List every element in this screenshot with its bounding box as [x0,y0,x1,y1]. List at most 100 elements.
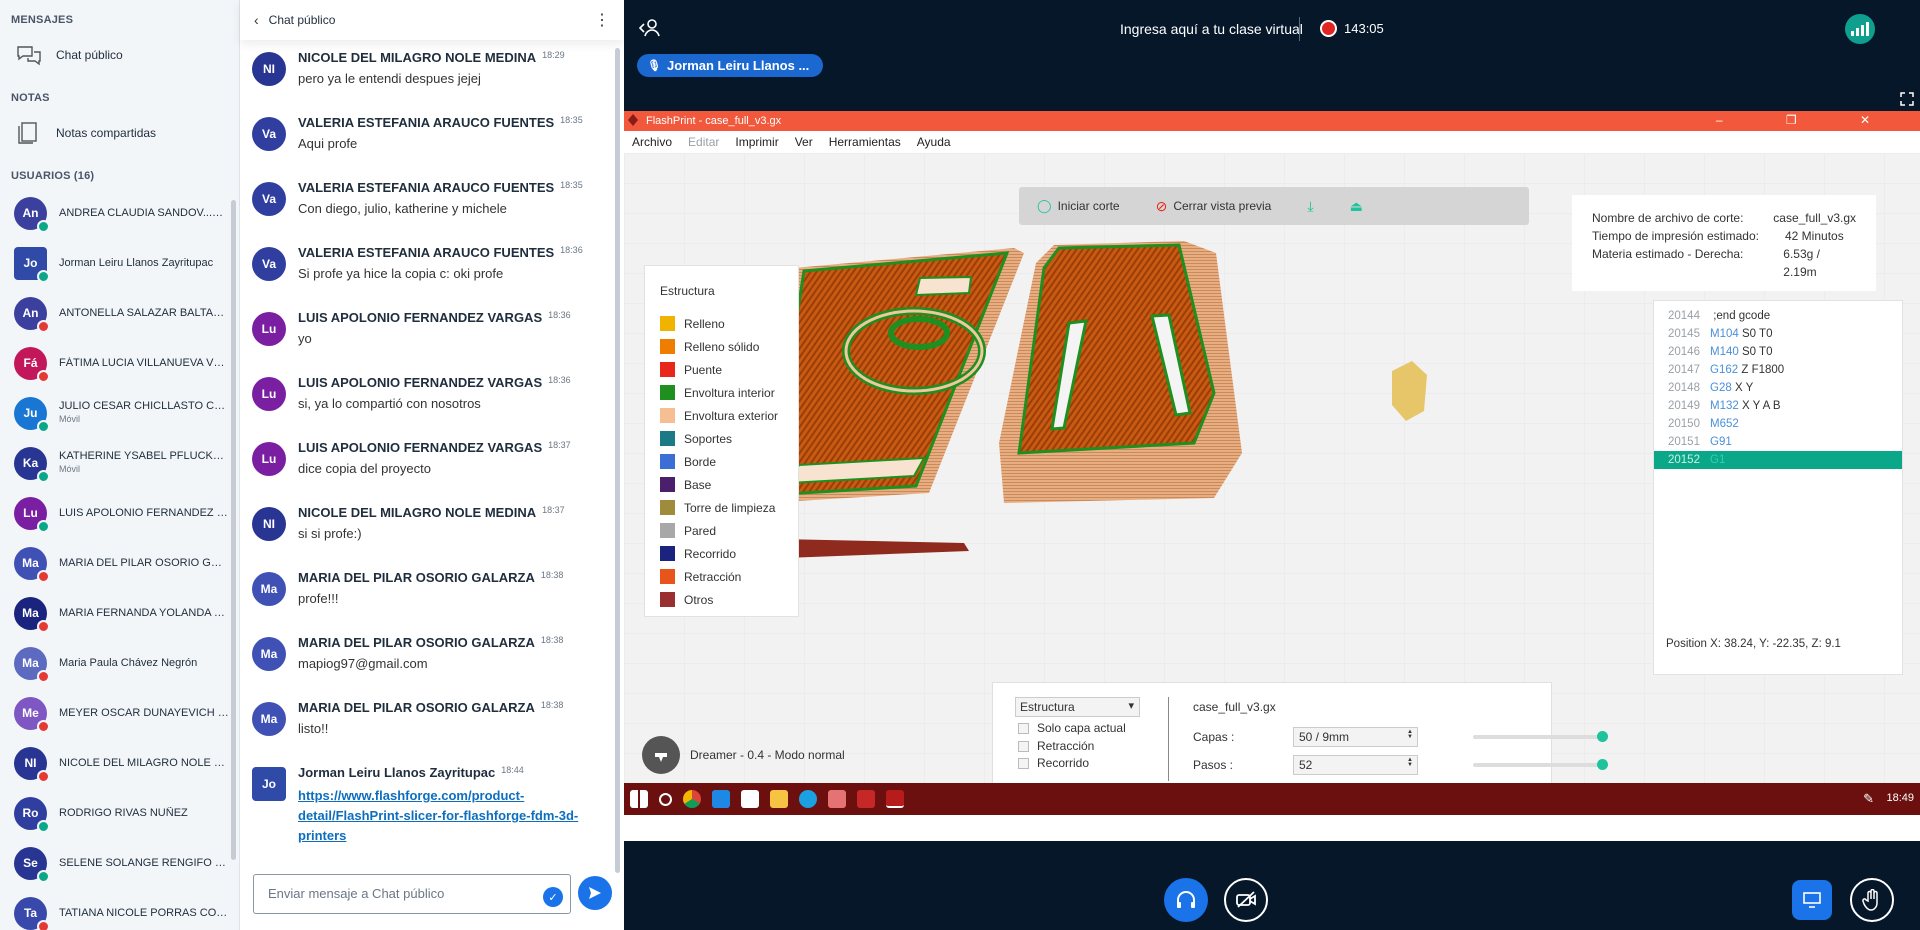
message-author: LUIS APOLONIO FERNANDEZ VARGAS 18:36 [298,375,571,390]
layers-spinbox[interactable]: 50 / 9mm [1293,727,1418,747]
public-chat-link[interactable]: Chat público [0,32,239,78]
back-chevron-icon[interactable]: ‹ [254,12,259,28]
close-preview-button[interactable]: ⊘ Cerrar vista previa [1138,198,1290,215]
user-list-item[interactable]: Ro RODRIGO RIVAS NUÑEZ [0,788,239,838]
camera-button[interactable] [1224,878,1268,922]
gcode-line[interactable]: 20147 G162 Z F1800 [1654,361,1902,379]
user-list-item[interactable]: Jo Jorman Leiru Llanos Zayritupac [0,238,239,288]
layers-slider[interactable] [1473,731,1608,742]
steps-spinbox[interactable]: 52 [1293,755,1418,775]
message-text: si si profe:) [298,526,362,541]
audio-button[interactable] [1164,878,1208,922]
user-list-item[interactable]: Me MEYER OSCAR DUNAYEVICH VARGAS [0,688,239,738]
screenshare-button[interactable] [1792,880,1832,920]
gcode-line[interactable]: 20148 G28 X Y [1654,379,1902,397]
message-text: si, ya lo compartió con nosotros [298,396,481,411]
structure-select[interactable]: Estructura [1015,697,1140,717]
gcode-line[interactable]: 20149 M132 X Y A B [1654,397,1902,415]
flashprint-taskbar-icon[interactable] [886,790,904,808]
divider [1299,17,1300,41]
presenter-badge[interactable]: 🎙 Jorman Leiru Llanos ... [637,54,824,77]
checkbox-travel[interactable]: Recorrido [1018,756,1089,770]
search-icon[interactable] [659,792,672,806]
edge-icon[interactable] [799,790,817,808]
store-icon[interactable] [741,790,759,808]
user-list-item[interactable]: Ta TATIANA NICOLE PORRAS CONTRE... [0,888,239,930]
gcode-line[interactable]: 20151 G91 [1654,433,1902,451]
menu-item-editar[interactable]: Editar [688,135,719,149]
user-list-item[interactable]: Fá FÁTIMA LUCIA VILLANUEVA VENEG... [0,338,239,388]
print-button[interactable]: ⏏ [1332,198,1381,215]
gcode-line[interactable]: 20145 M104 S0 T0 [1654,325,1902,343]
user-name: MARIA DEL PILAR OSORIO GALARZA [59,556,229,569]
cancel-icon: ⊘ [1155,197,1168,214]
microphone-on-icon [37,819,50,833]
user-list-item[interactable]: Ma Maria Paula Chávez Negrón [0,638,239,688]
sidebar-scrollbar[interactable] [231,200,236,860]
pen-icon[interactable]: ✎ [1863,791,1874,807]
download-icon: ⤓ [1307,197,1314,214]
gcode-line[interactable]: 20150 M652 [1654,415,1902,433]
nozzle-icon [642,736,680,774]
chat-scrollbar[interactable] [615,48,620,873]
mail-icon[interactable] [712,790,730,808]
menu-item-archivo[interactable]: Archivo [632,135,672,149]
shared-notes-link[interactable]: Notas compartidas [0,110,239,156]
gcode-line[interactable]: 20152 G1 [1654,451,1902,469]
menu-item-ayuda[interactable]: Ayuda [917,135,951,149]
legend-swatch [660,592,675,607]
public-chat-label: Chat público [56,48,123,62]
legend-label: Retracción [684,569,742,584]
app-icon[interactable] [857,790,875,808]
line-number: 20144 [1668,310,1700,322]
chat-message: Ma MARIA DEL PILAR OSORIO GALARZA 18:38 p… [240,560,624,625]
checkbox-current-layer[interactable]: Solo capa actual [1018,721,1126,735]
avatar: Fá [14,346,50,383]
file-name: case_full_v3.gx [1193,700,1276,714]
menu-item-herramientas[interactable]: Herramientas [829,135,901,149]
menu-item-imprimir[interactable]: Imprimir [735,135,778,149]
start-slice-button[interactable]: ◯ Iniciar corte [1019,198,1138,214]
user-name: MEYER OSCAR DUNAYEVICH VARGAS [59,706,229,719]
top-bar: Ingresa aquí a tu clase virtual 143:05 [624,0,1920,58]
more-options-icon[interactable]: ⋮ [594,10,610,30]
recording-icon[interactable] [1320,20,1337,37]
checkbox-retraction[interactable]: Retracción [1018,739,1094,753]
fullscreen-icon[interactable] [1900,92,1914,106]
user-list-item[interactable]: NI NICOLE DEL MILAGRO NOLE MEDINA [0,738,239,788]
3d-preview-viewport[interactable]: ◯ Iniciar corte ⊘ Cerrar vista previa ⤓ ⏏ … [624,153,1920,783]
message-text: pero ya le entendi despues jejej [298,71,481,86]
printer-status[interactable]: Dreamer - 0.4 - Modo normal [642,736,845,774]
flashforge-link[interactable]: https://www.flashforge.com/product-detai… [298,786,608,846]
folder-icon[interactable] [770,790,788,808]
info-key: Tiempo de impresión estimado: [1592,229,1759,243]
menu-item-ver[interactable]: Ver [795,135,813,149]
steps-slider[interactable] [1473,759,1608,770]
legend-title: Estructura [660,284,715,298]
message-author: MARIA DEL PILAR OSORIO GALARZA 18:38 [298,570,564,585]
avatar: Ma [14,546,50,583]
user-list-item[interactable]: Ka KATHERINE YSABEL PFLUCKER GU... Móvil [0,438,239,488]
windows-start-icon[interactable] [630,790,648,808]
chat-message-input[interactable]: Enviar mensaje a Chat público ✓ [253,874,571,914]
app-icon[interactable] [828,790,846,808]
user-list-item[interactable]: Se SELENE SOLANGE RENGIFO RAMIR... [0,838,239,888]
toggle-userlist-icon[interactable] [638,18,660,38]
microphone-muted-icon [37,919,50,930]
user-list-item[interactable]: An ANTONELLA SALAZAR BALTAZAR [0,288,239,338]
gcode-line[interactable]: 20144 ;end gcode [1654,307,1902,325]
legend-swatch [660,546,675,561]
export-button[interactable]: ⤓ [1289,198,1331,215]
connection-status-icon[interactable] [1845,14,1875,44]
user-list-item[interactable]: Ma MARIA DEL PILAR OSORIO GALARZA [0,538,239,588]
window-controls[interactable]: ‒ ❐ ✕ [1716,113,1900,127]
user-list-item[interactable]: Ma MARIA FERNANDA YOLANDA TOVA... [0,588,239,638]
user-list-item[interactable]: Lu LUIS APOLONIO FERNANDEZ VARG... [0,488,239,538]
gcode-line[interactable]: 20146 M140 S0 T0 [1654,343,1902,361]
message-text: Aqui profe [298,136,358,151]
chrome-icon[interactable] [683,790,701,808]
send-button[interactable] [578,876,612,910]
user-list-item[interactable]: AnANDREA CLAUDIA SANDOV...(Usted) [0,188,239,238]
user-list-item[interactable]: Ju JULIO CESAR CHICLLASTO CHIPANA Móvil [0,388,239,438]
raise-hand-button[interactable] [1850,878,1894,922]
